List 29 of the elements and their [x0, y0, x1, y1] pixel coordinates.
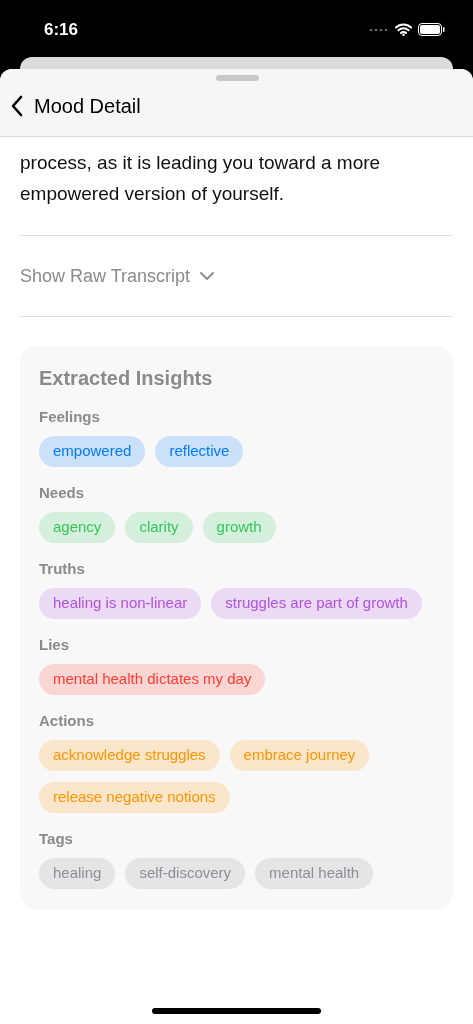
status-time: 6:16 [44, 18, 79, 41]
section-label: Tags [39, 830, 74, 848]
insight-chip: embrace journey [229, 740, 370, 771]
signal-icon [369, 27, 389, 32]
show-transcript-button[interactable]: Show Raw Transcript [20, 236, 215, 316]
insight-chip: release negative notions [39, 782, 230, 813]
insight-chip: acknowledge struggles [39, 740, 220, 771]
insight-chip: healing is non-linear [39, 588, 202, 619]
insight-chip: reflective [155, 436, 244, 467]
section-label: Actions [39, 712, 95, 730]
insight-chip: self-discovery [125, 858, 246, 889]
insight-chip: mental health [255, 858, 374, 889]
summary-paragraph: process, as it is leading you toward a more empowered version of yourself. [20, 151, 382, 206]
insight-chip: agency [39, 512, 116, 543]
section-label: Truths [39, 560, 86, 578]
section-label: Needs [39, 484, 86, 502]
insight-chip: empowered [39, 436, 146, 467]
back-icon[interactable] [10, 95, 24, 117]
insight-chip: growth [202, 512, 276, 543]
screen-title: Mood Detail [34, 94, 141, 119]
battery-icon [418, 23, 445, 36]
section-label: Lies [39, 636, 70, 654]
insight-chip: mental health dictates my day [39, 664, 266, 695]
wifi-icon [395, 23, 412, 36]
insight-chip: clarity [125, 512, 193, 543]
section-label: Feelings [39, 408, 101, 426]
card-title: Extracted Insights [39, 366, 214, 390]
insight-chip: struggles are part of growth [211, 588, 422, 619]
insight-chip: healing [39, 858, 116, 889]
